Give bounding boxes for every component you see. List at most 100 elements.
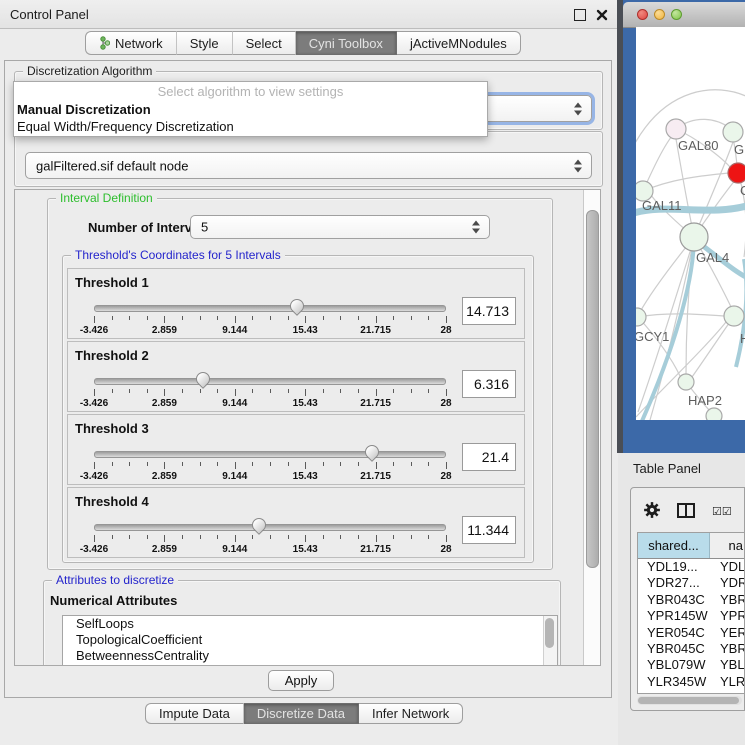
- threshold-slider[interactable]: -3.4262.8599.14415.4321.71528: [94, 518, 446, 554]
- table-row[interactable]: YDR27...YDR2: [638, 575, 744, 591]
- slider-thumb-icon[interactable]: [287, 296, 307, 316]
- float-window-icon[interactable]: [574, 9, 586, 21]
- threshold-value-field[interactable]: [462, 443, 516, 471]
- cell-shared-name[interactable]: YDR27...: [638, 575, 709, 591]
- tab-infer-network[interactable]: Infer Network: [359, 703, 463, 724]
- tab-network[interactable]: Network: [85, 31, 177, 55]
- tab-style[interactable]: Style: [177, 31, 233, 55]
- network-edge[interactable]: [676, 139, 694, 237]
- tab-select[interactable]: Select: [233, 31, 296, 55]
- slider-thumb-icon[interactable]: [193, 369, 213, 389]
- tab-discretize-data[interactable]: Discretize Data: [244, 703, 359, 724]
- cell-shared-name[interactable]: YBL079W: [638, 657, 709, 673]
- scrollbar-thumb[interactable]: [638, 697, 739, 704]
- network-edge[interactable]: [638, 317, 680, 376]
- tab-jactivemnodules[interactable]: jActiveMNodules: [397, 31, 521, 55]
- dropdown-placeholder-item[interactable]: Select algorithm to view settings: [14, 82, 487, 101]
- dropdown-item-equal-width-frequency[interactable]: Equal Width/Frequency Discretization: [14, 118, 487, 135]
- table-row[interactable]: YBL079WYBL0: [638, 657, 744, 673]
- cell-name[interactable]: YLR3: [709, 674, 744, 690]
- table-data-combobox[interactable]: galFiltered.sif default node: [25, 152, 592, 179]
- slider-track[interactable]: [94, 305, 446, 312]
- threshold-value-field[interactable]: [462, 516, 516, 544]
- network-node[interactable]: [723, 122, 743, 142]
- table-row[interactable]: YBR043CYBR0: [638, 592, 744, 608]
- gear-icon[interactable]: [643, 501, 661, 524]
- cell-shared-name[interactable]: YDL19...: [638, 559, 709, 575]
- columns-icon[interactable]: [677, 503, 695, 518]
- threshold-panel: Threshold 2 -3.4262.8599.14415.4321.7152…: [67, 341, 525, 412]
- network-node-label: GAL80: [678, 138, 718, 153]
- table-row[interactable]: YER054CYER0: [638, 625, 744, 641]
- network-node[interactable]: [666, 119, 686, 139]
- cell-name[interactable]: YBR0: [709, 641, 744, 657]
- network-graph[interactable]: GAL80G.CGAL11GAL4GCY1HHAP2: [636, 27, 745, 420]
- slider-tick: [200, 316, 201, 320]
- tab-impute-data[interactable]: Impute Data: [145, 703, 244, 724]
- cell-name[interactable]: YBR0: [709, 592, 744, 608]
- cell-shared-name[interactable]: YIL052C: [638, 690, 709, 694]
- cell-name[interactable]: YER0: [709, 625, 744, 641]
- threshold-value-field[interactable]: [462, 297, 516, 325]
- close-icon[interactable]: [596, 8, 608, 20]
- slider-tick: [217, 535, 218, 539]
- slider-track[interactable]: [94, 378, 446, 385]
- cell-shared-name[interactable]: YER054C: [638, 625, 709, 641]
- column-header-shared-name[interactable]: shared...: [638, 533, 710, 558]
- network-node[interactable]: [728, 163, 745, 183]
- network-node[interactable]: [636, 308, 646, 326]
- attribute-list-item[interactable]: BetweennessCentrality: [63, 648, 557, 664]
- zoom-traffic-light-icon[interactable]: [671, 9, 682, 20]
- slider-tick-label: 21.715: [360, 471, 391, 482]
- scrollbar-thumb[interactable]: [586, 210, 599, 568]
- cell-shared-name[interactable]: YBR043C: [638, 592, 709, 608]
- tab-cyni-toolbox[interactable]: Cyni Toolbox: [296, 31, 397, 55]
- network-node[interactable]: [706, 408, 722, 420]
- slider-thumb-icon[interactable]: [250, 515, 270, 535]
- cell-shared-name[interactable]: YPR145W: [638, 608, 709, 624]
- slider-thumb-icon[interactable]: [362, 442, 382, 462]
- numerical-attributes-list[interactable]: SelfLoopsTopologicalCoefficientBetweenne…: [62, 615, 558, 666]
- cell-name[interactable]: YPR1: [709, 608, 744, 624]
- attribute-list-item[interactable]: TopologicalCoefficient: [63, 632, 557, 648]
- column-header-name[interactable]: na: [710, 533, 744, 558]
- attributes-scrollbar[interactable]: [543, 616, 557, 666]
- scrollbar-thumb[interactable]: [545, 618, 554, 648]
- network-edge[interactable]: [692, 316, 734, 377]
- dropdown-item-manual-discretization[interactable]: Manual Discretization: [14, 101, 487, 118]
- close-traffic-light-icon[interactable]: [637, 9, 648, 20]
- table-row[interactable]: YIL052CYIL0: [638, 690, 744, 694]
- network-edge[interactable]: [643, 173, 729, 191]
- cell-name[interactable]: YDL1: [709, 559, 744, 575]
- threshold-value-field[interactable]: [462, 370, 516, 398]
- network-node[interactable]: [724, 306, 744, 326]
- minimize-traffic-light-icon[interactable]: [654, 9, 665, 20]
- table-row[interactable]: YLR345WYLR3: [638, 674, 744, 690]
- table-panel-window: ☑☑ shared... na YDL19...YDL1YDR27...YDR2…: [630, 487, 745, 711]
- table-horizontal-scrollbar[interactable]: [637, 696, 742, 705]
- cell-shared-name[interactable]: YBR045C: [638, 641, 709, 657]
- cell-name[interactable]: YIL0: [709, 690, 744, 694]
- cell-shared-name[interactable]: YLR345W: [638, 674, 709, 690]
- table-row[interactable]: YDL19...YDL1: [638, 559, 744, 575]
- cell-name[interactable]: YDR2: [709, 575, 744, 591]
- slider-track[interactable]: [94, 451, 446, 458]
- network-node[interactable]: [678, 374, 694, 390]
- network-node[interactable]: [680, 223, 708, 251]
- slider-tick: [235, 316, 236, 323]
- cyni-toolbox-panel: Discretization Algorithm Table Data galF…: [4, 60, 612, 698]
- number-of-intervals-combobox[interactable]: 5: [190, 215, 490, 239]
- slider-track[interactable]: [94, 524, 446, 531]
- checkboxes-icon[interactable]: ☑☑: [712, 505, 732, 518]
- threshold-slider[interactable]: -3.4262.8599.14415.4321.71528: [94, 445, 446, 481]
- table-row[interactable]: YBR045CYBR0: [638, 641, 744, 657]
- table-row[interactable]: YPR145WYPR1: [638, 608, 744, 624]
- top-tab-bar: NetworkStyleSelectCyni ToolboxjActiveMNo…: [85, 31, 521, 55]
- settings-vertical-scrollbar[interactable]: [583, 190, 600, 665]
- apply-button[interactable]: Apply: [268, 670, 334, 691]
- threshold-slider[interactable]: -3.4262.8599.14415.4321.71528: [94, 372, 446, 408]
- cell-name[interactable]: YBL0: [709, 657, 744, 673]
- attribute-list-item[interactable]: SelfLoops: [63, 616, 557, 632]
- threshold-slider[interactable]: -3.4262.8599.14415.4321.71528: [94, 299, 446, 335]
- network-canvas[interactable]: GAL80G.CGAL11GAL4GCY1HHAP2: [636, 27, 745, 420]
